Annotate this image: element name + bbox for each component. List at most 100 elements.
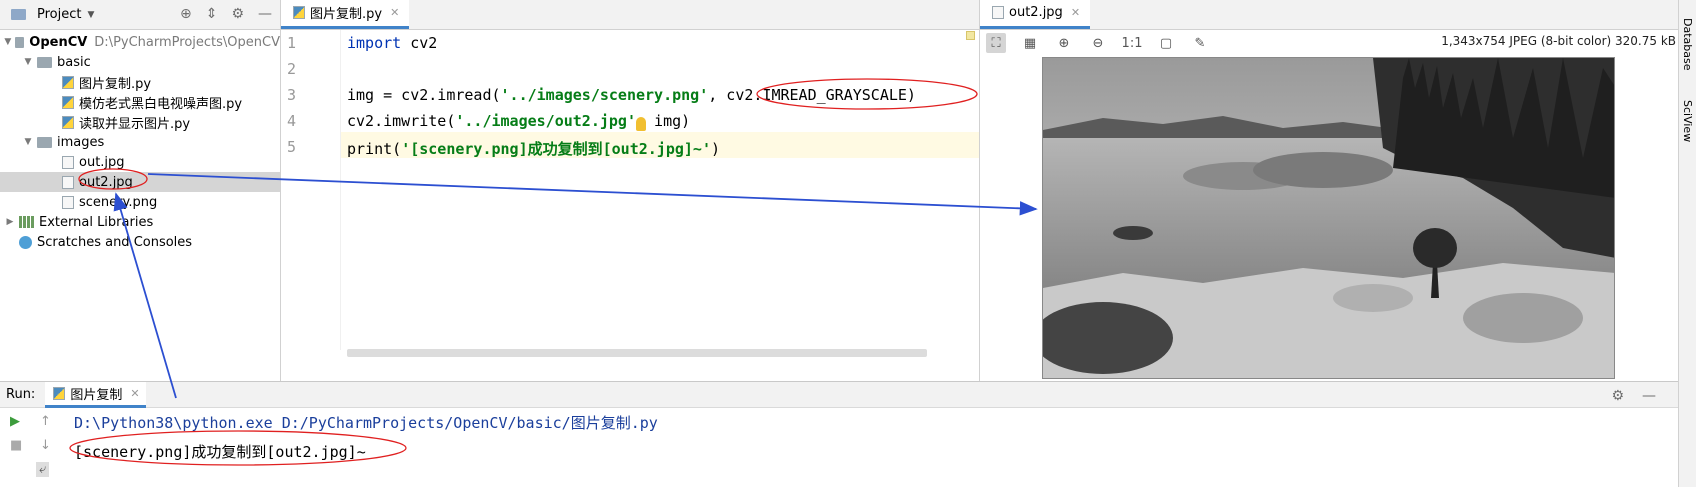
rerun-icon[interactable]: ▶ xyxy=(10,414,20,429)
editor-tab-bar: 图片复制.py ✕ xyxy=(281,0,979,30)
python-file-icon xyxy=(62,75,74,89)
inspection-marker-icon[interactable] xyxy=(966,31,975,40)
expand-arrow-icon[interactable]: ▼ xyxy=(4,37,12,47)
viewer-tab[interactable]: out2.jpg ✕ xyxy=(980,0,1091,29)
locate-icon[interactable]: ⊕ xyxy=(180,6,192,22)
scratches-icon xyxy=(19,235,32,249)
project-panel: Project ▼ ⊕ ⇕ ⚙ — ▼ OpenCV D:\PyCharmPro… xyxy=(0,0,281,381)
lightbulb-icon[interactable] xyxy=(636,117,646,131)
zoom-out-icon[interactable]: ⊖ xyxy=(1088,33,1108,53)
collapse-icon[interactable]: ⇕ xyxy=(206,6,218,22)
line-number: 5 xyxy=(287,138,297,156)
console-output[interactable]: D:\Python38\python.exe D:/PyCharmProject… xyxy=(74,412,658,462)
minimize-icon[interactable]: — xyxy=(1642,388,1656,404)
code-token: cv2 xyxy=(401,34,438,52)
library-icon xyxy=(19,216,34,228)
run-toolbar: ⚙ — xyxy=(1611,388,1656,404)
python-file-icon xyxy=(53,386,66,400)
tree-item-images[interactable]: ▼ images xyxy=(0,132,280,152)
python-file-icon xyxy=(293,6,305,19)
viewer-tab-label: out2.jpg xyxy=(1009,5,1063,20)
gear-icon[interactable]: ⚙ xyxy=(231,6,244,22)
tree-item-file[interactable]: out.jpg xyxy=(0,152,280,172)
minimize-icon[interactable]: — xyxy=(258,6,272,22)
image-viewer: out2.jpg ✕ ⛶ ▦ ⊕ ⊖ 1:1 ▢ ✎ 1,343x754 JPE… xyxy=(980,0,1678,381)
tree-item-label: out2.jpg xyxy=(79,174,133,190)
tree-item-file[interactable]: 图片复制.py xyxy=(0,72,280,92)
code-editor: 图片复制.py ✕ 1 2 3 4 5 import cv2 img = cv2… xyxy=(281,0,980,381)
gear-icon[interactable]: ⚙ xyxy=(1611,388,1624,404)
tree-item-scratches[interactable]: Scratches and Consoles xyxy=(0,232,280,252)
tree-item-label: 图片复制.py xyxy=(79,76,152,92)
code-line: img = cv2.imread('../images/scenery.png'… xyxy=(347,86,916,104)
image-file-icon xyxy=(62,195,74,209)
expand-arrow-icon[interactable]: ▼ xyxy=(22,137,34,147)
tree-item-external-libraries[interactable]: ▶ External Libraries xyxy=(0,212,280,232)
tree-item-basic[interactable]: ▼ basic xyxy=(0,52,280,72)
sciview-tool-button[interactable]: SciView xyxy=(1681,100,1694,142)
run-panel: Run: 图片复制 ✕ ⚙ — ▶ ↑ ■ ↓ ⤶ D:\Python38\py… xyxy=(0,381,1678,487)
run-tab[interactable]: 图片复制 ✕ xyxy=(45,381,146,408)
console-output-line: [scenery.png]成功复制到[out2.jpg]~ xyxy=(74,443,366,461)
code-token: , cv2.IMREAD_GRAYSCALE) xyxy=(708,86,916,104)
tree-item-label: Scratches and Consoles xyxy=(37,234,193,250)
ide-window: Project ▼ ⊕ ⇕ ⚙ — ▼ OpenCV D:\PyCharmPro… xyxy=(0,0,1696,487)
code-token: img = cv2.imread( xyxy=(347,86,501,104)
viewer-tab-bar: out2.jpg ✕ xyxy=(980,0,1678,30)
run-panel-header: Run: 图片复制 ✕ ⚙ — xyxy=(0,381,1678,408)
project-icon xyxy=(11,9,26,20)
grid-icon[interactable]: ▦ xyxy=(1020,33,1040,53)
tree-item-opencv[interactable]: ▼ OpenCV D:\PyCharmProjects\OpenCV xyxy=(0,32,280,52)
editor-tab[interactable]: 图片复制.py ✕ xyxy=(281,0,410,29)
stop-icon[interactable]: ■ xyxy=(10,438,22,453)
line-number: 1 xyxy=(287,34,297,52)
expand-arrow-icon[interactable]: ▶ xyxy=(4,217,16,227)
code-token: cv2.imwrite( xyxy=(347,112,456,130)
tree-item-file-selected[interactable]: out2.jpg xyxy=(0,172,280,192)
close-icon[interactable]: ✕ xyxy=(1071,6,1080,19)
folder-icon xyxy=(37,136,52,148)
tree-item-label: 读取并显示图片.py xyxy=(79,116,191,132)
right-tool-stripe: Database SciView xyxy=(1678,0,1696,487)
editor-tab-label: 图片复制.py xyxy=(310,7,383,22)
color-picker-icon[interactable]: ✎ xyxy=(1190,33,1210,53)
python-file-icon xyxy=(62,95,74,109)
tree-item-label: scenery.png xyxy=(79,194,158,210)
chevron-down-icon[interactable]: ▼ xyxy=(87,10,94,20)
database-tool-button[interactable]: Database xyxy=(1681,18,1694,71)
console-command-line: D:\Python38\python.exe D:/PyCharmProject… xyxy=(74,414,658,432)
expand-arrow-icon[interactable]: ▼ xyxy=(22,57,34,67)
folder-icon xyxy=(37,56,52,68)
tree-item-file[interactable]: scenery.png xyxy=(0,192,280,212)
tree-item-label: out.jpg xyxy=(79,154,125,170)
code-line: import cv2 xyxy=(347,34,437,52)
python-file-icon xyxy=(62,115,74,129)
close-icon[interactable]: ✕ xyxy=(390,6,399,19)
project-panel-header[interactable]: Project ▼ ⊕ ⇕ ⚙ — xyxy=(0,0,280,30)
tree-item-file[interactable]: 读取并显示图片.py xyxy=(0,112,280,132)
project-tree: ▼ OpenCV D:\PyCharmProjects\OpenCV ▼ bas… xyxy=(0,30,280,252)
tree-item-label: images xyxy=(57,134,105,150)
code-token: '../images/out2.jpg' xyxy=(455,112,636,130)
fit-zoom-icon[interactable]: ⛶ xyxy=(986,33,1006,53)
scroll-up-icon[interactable]: ↑ xyxy=(40,414,51,429)
run-side-toolbar: ▶ ↑ ■ ↓ ⤶ xyxy=(0,408,60,487)
code-area[interactable]: import cv2 img = cv2.imread('../images/s… xyxy=(347,30,979,350)
line-number-gutter: 1 2 3 4 5 xyxy=(281,30,341,350)
image-file-icon xyxy=(62,175,74,189)
grayscale-landscape-image xyxy=(1043,58,1614,378)
horizontal-scrollbar[interactable] xyxy=(347,349,927,357)
background-icon[interactable]: ▢ xyxy=(1156,33,1176,53)
actual-size-button[interactable]: 1:1 xyxy=(1122,33,1143,53)
tree-item-file[interactable]: 模仿老式黑白电视噪声图.py xyxy=(0,92,280,112)
project-panel-title: Project xyxy=(37,7,82,22)
line-number: 4 xyxy=(287,112,297,130)
line-number: 2 xyxy=(287,60,297,78)
project-path: D:\PyCharmProjects\OpenCV xyxy=(94,34,280,50)
image-preview xyxy=(1042,57,1615,379)
tree-item-label: 模仿老式黑白电视噪声图.py xyxy=(79,96,243,112)
soft-wrap-icon[interactable]: ⤶ xyxy=(36,462,50,477)
scroll-down-icon[interactable]: ↓ xyxy=(40,438,51,453)
zoom-in-icon[interactable]: ⊕ xyxy=(1054,33,1074,53)
close-icon[interactable]: ✕ xyxy=(130,387,139,400)
